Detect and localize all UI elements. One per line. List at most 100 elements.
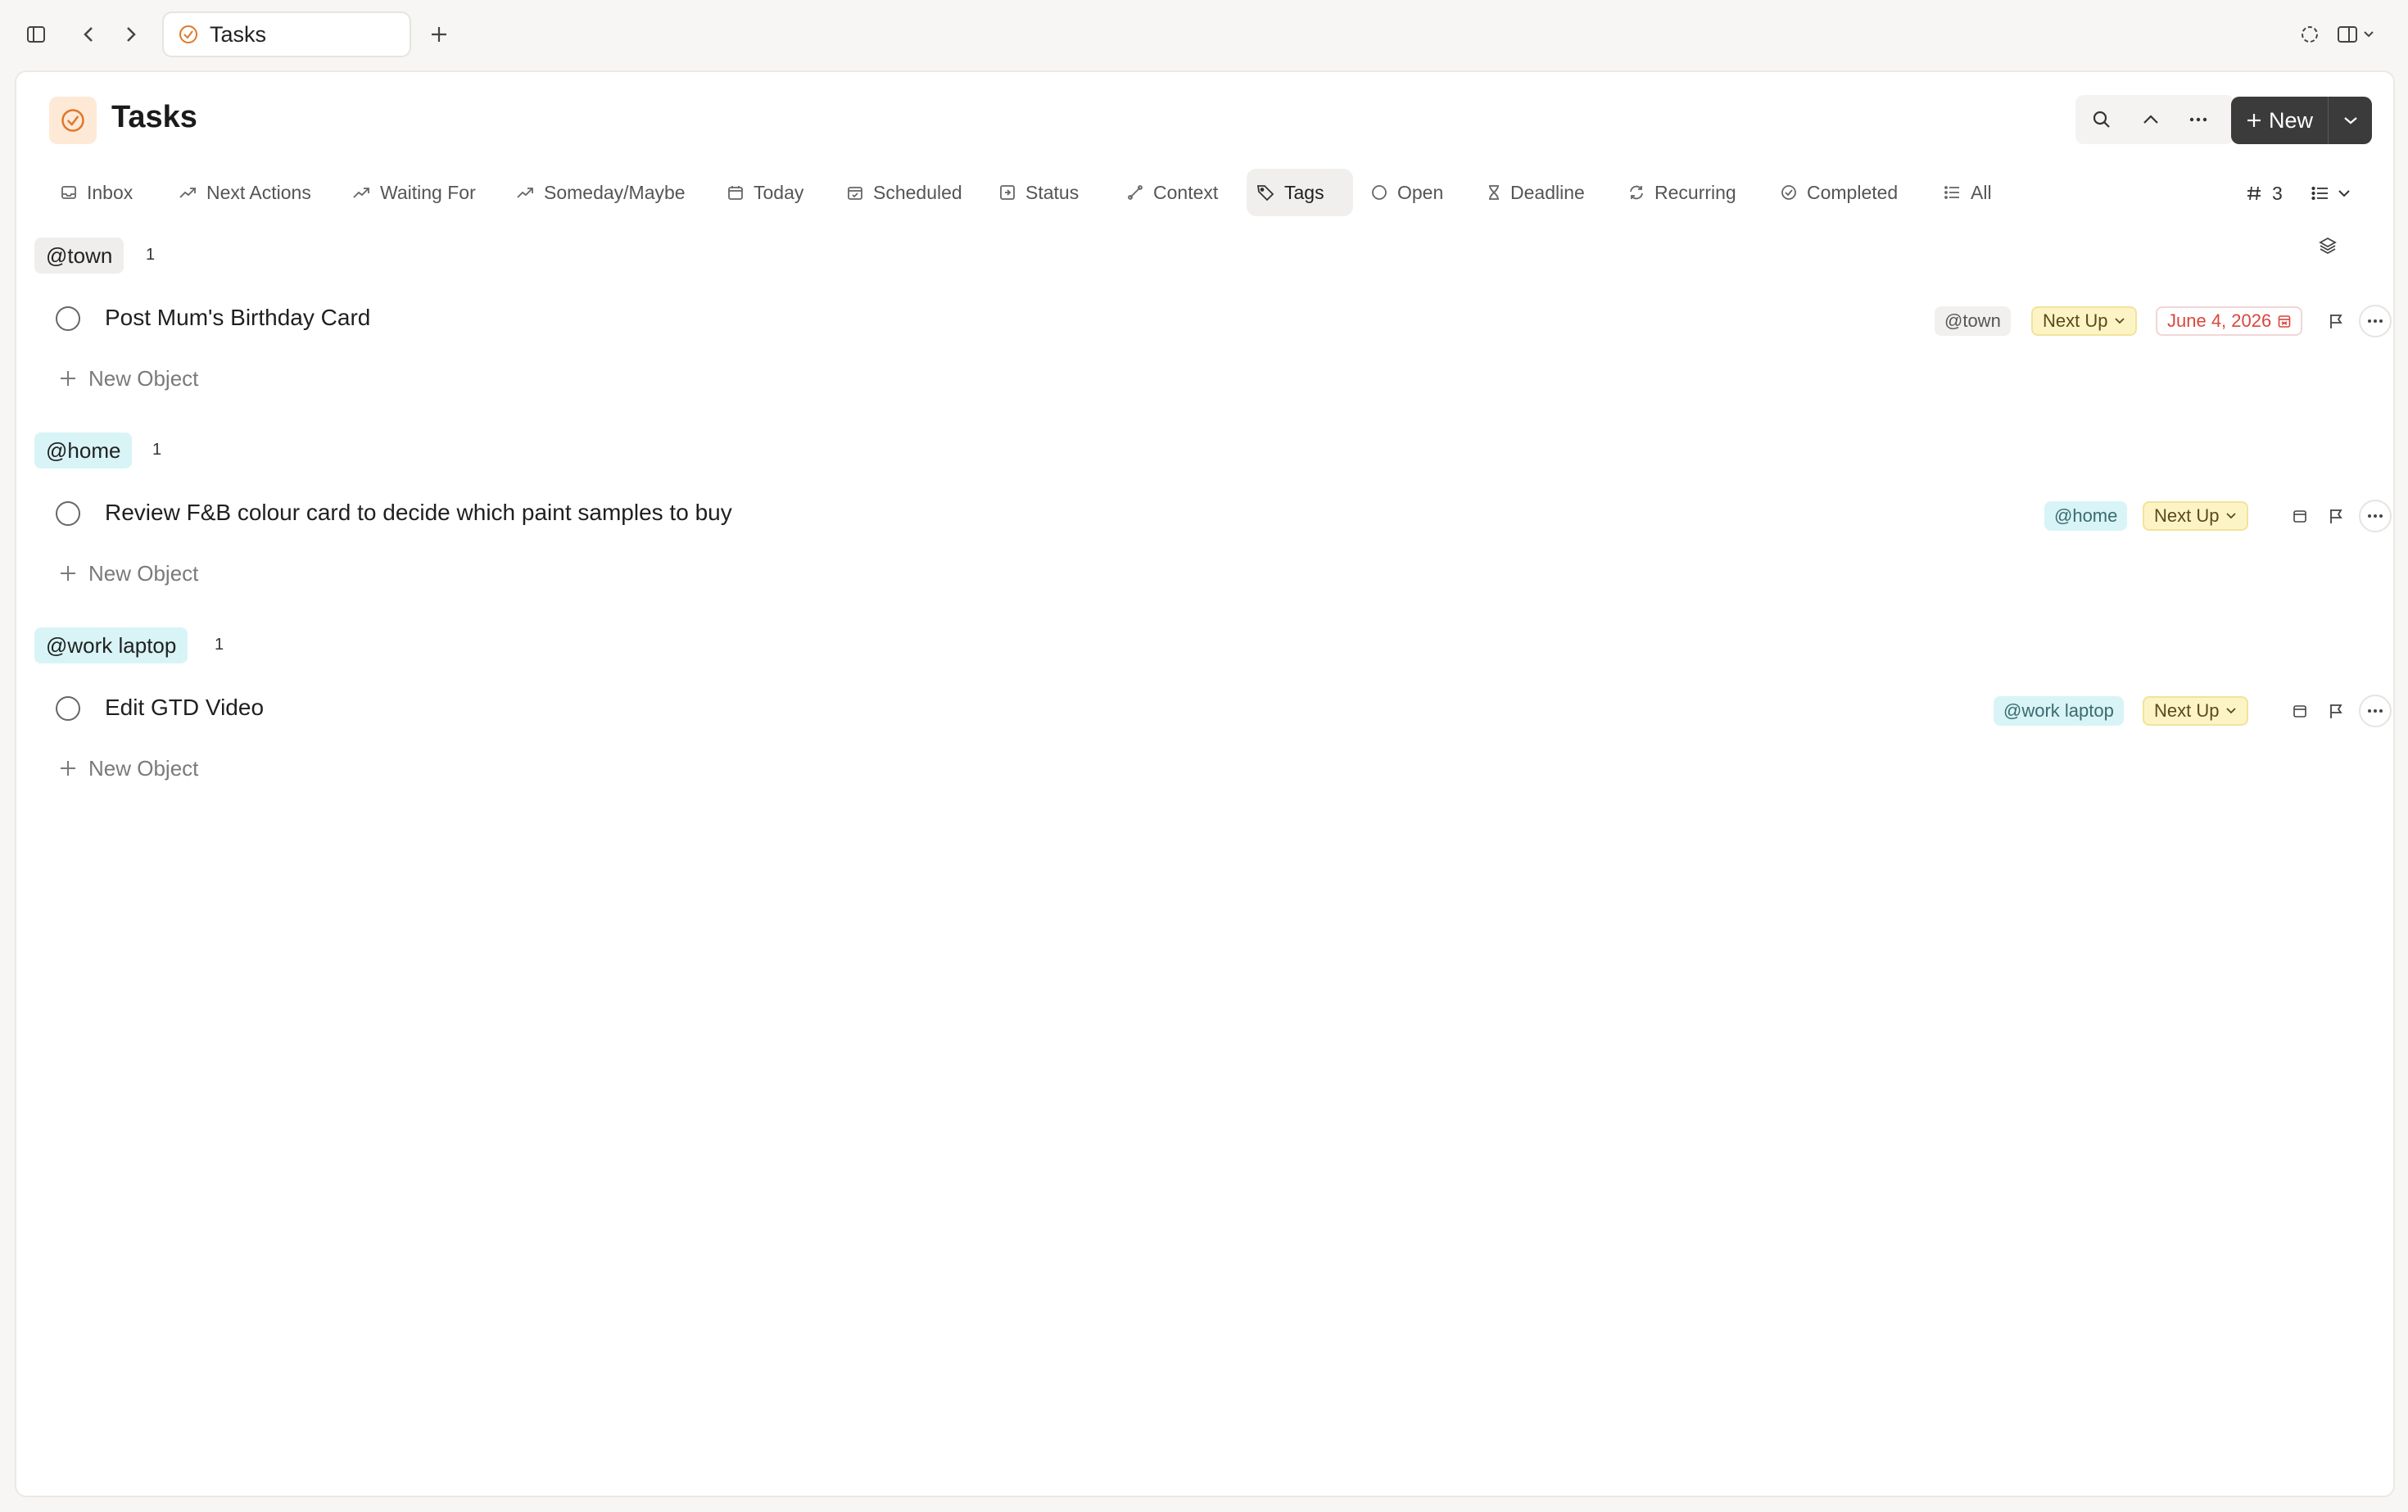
group-count: 1 xyxy=(146,246,156,264)
tab-inbox[interactable]: Inbox xyxy=(51,169,143,216)
group-count-value: 3 xyxy=(2272,182,2283,204)
forward-icon[interactable] xyxy=(115,18,147,51)
layout-control[interactable] xyxy=(2311,177,2351,210)
row-more-icon[interactable] xyxy=(2359,305,2392,337)
tab-tasks[interactable]: Tasks xyxy=(162,11,411,57)
panel-toggle-icon[interactable] xyxy=(2334,18,2380,51)
tab-label: Status xyxy=(1025,181,1080,203)
page-title: Tasks xyxy=(111,100,197,134)
tab-recurring[interactable]: Recurring xyxy=(1618,169,1746,216)
status-label: Next Up xyxy=(2154,505,2220,526)
context-chip[interactable]: @home xyxy=(2044,501,2128,531)
new-object-label: New Object xyxy=(88,755,199,781)
plus-icon xyxy=(59,369,77,387)
tab-label: Waiting For xyxy=(380,181,476,203)
row-more-icon[interactable] xyxy=(2359,500,2392,532)
tab-all[interactable]: All xyxy=(1935,169,2002,216)
check-circle-icon xyxy=(1781,184,1797,201)
search-icon[interactable] xyxy=(2085,103,2118,136)
tab-label: All xyxy=(1971,181,1992,203)
task-title[interactable]: Post Mum's Birthday Card xyxy=(105,305,370,331)
flag-icon[interactable] xyxy=(2321,501,2351,531)
new-object-button[interactable]: New Object xyxy=(59,752,198,785)
new-object-button[interactable]: New Object xyxy=(59,557,198,590)
status-chip[interactable]: Next Up xyxy=(2143,501,2249,531)
back-icon[interactable] xyxy=(72,18,105,51)
tab-label: Tags xyxy=(1284,181,1324,203)
chevron-down-icon xyxy=(2114,317,2125,325)
context-chip[interactable]: @work laptop xyxy=(1994,696,2124,726)
tab-deadline[interactable]: Deadline xyxy=(1478,169,1595,216)
tab-label: Context xyxy=(1153,181,1219,203)
hash-icon xyxy=(2246,185,2262,201)
tab-next-actions[interactable]: Next Actions xyxy=(169,169,321,216)
task-row[interactable]: Edit GTD Video @work laptop Next Up xyxy=(34,686,2393,736)
tab-label: Next Actions xyxy=(206,181,311,203)
tab-open[interactable]: Open xyxy=(1361,169,1453,216)
status-chip[interactable]: Next Up xyxy=(2143,696,2249,726)
tab-someday-maybe[interactable]: Someday/Maybe xyxy=(506,169,695,216)
layers-icon[interactable] xyxy=(2311,229,2344,262)
row-more-icon[interactable] xyxy=(2359,695,2392,727)
flag-icon[interactable] xyxy=(2321,306,2351,336)
tab-status[interactable]: Status xyxy=(989,169,1089,216)
group-count: 1 xyxy=(215,636,224,654)
new-button-label: New xyxy=(2269,107,2314,133)
trending-up-icon xyxy=(516,186,534,199)
tab-tags[interactable]: Tags xyxy=(1247,169,1353,216)
hourglass-icon xyxy=(1487,184,1500,201)
task-checkbox[interactable] xyxy=(56,501,80,526)
circle-icon xyxy=(1371,184,1387,201)
tab-today[interactable]: Today xyxy=(717,169,813,216)
chevron-down-icon xyxy=(2225,707,2237,715)
trending-up-icon xyxy=(179,186,197,199)
calendar-check-icon xyxy=(847,184,863,201)
tab-label: Inbox xyxy=(87,181,134,203)
sync-icon[interactable] xyxy=(2293,18,2326,51)
task-row[interactable]: Review F&B colour card to decide which p… xyxy=(34,491,2393,541)
group-label-work-laptop[interactable]: @work laptop xyxy=(34,627,188,663)
group-label-town[interactable]: @town xyxy=(34,238,124,274)
tab-waiting-for[interactable]: Waiting For xyxy=(342,169,486,216)
inbox-icon xyxy=(61,184,77,201)
sidebar-toggle-icon[interactable] xyxy=(20,18,52,51)
tab-context[interactable]: Context xyxy=(1117,169,1228,216)
tab-label: Recurring xyxy=(1654,181,1736,203)
link-icon xyxy=(1127,184,1143,201)
calendar-icon xyxy=(2278,314,2291,328)
new-object-button[interactable]: New Object xyxy=(59,362,198,395)
status-chip[interactable]: Next Up xyxy=(2031,306,2138,336)
date-chip[interactable]: June 4, 2026 xyxy=(2156,306,2303,336)
task-title[interactable]: Review F&B colour card to decide which p… xyxy=(105,500,732,526)
tab-completed[interactable]: Completed xyxy=(1771,169,1908,216)
new-object-label: New Object xyxy=(88,560,199,586)
new-tab-icon[interactable] xyxy=(423,18,455,51)
tab-label: Scheduled xyxy=(873,181,962,203)
context-chip[interactable]: @town xyxy=(1935,306,2011,336)
chevron-down-icon xyxy=(2338,189,2351,197)
plus-icon xyxy=(59,759,77,777)
task-title[interactable]: Edit GTD Video xyxy=(105,695,264,721)
refresh-icon xyxy=(1628,184,1645,201)
tab-scheduled[interactable]: Scheduled xyxy=(837,169,972,216)
main-panel: Tasks New Inbox Next Actions Waiting For… xyxy=(15,70,2395,1497)
task-row[interactable]: Post Mum's Birthday Card @town Next Up J… xyxy=(34,297,2393,346)
flag-icon[interactable] xyxy=(2321,696,2351,726)
task-checkbox[interactable] xyxy=(56,696,80,721)
tasks-check-icon xyxy=(179,25,198,44)
group-count-control[interactable]: 3 xyxy=(2246,177,2283,210)
collapse-up-icon[interactable] xyxy=(2134,103,2167,136)
task-checkbox[interactable] xyxy=(56,306,80,331)
date-label: June 4, 2026 xyxy=(2167,310,2272,331)
top-bar: Tasks xyxy=(0,0,2408,70)
calendar-icon[interactable] xyxy=(2285,696,2315,726)
calendar-icon[interactable] xyxy=(2285,501,2315,531)
more-icon[interactable] xyxy=(2182,103,2215,136)
chevron-down-icon[interactable] xyxy=(2329,97,2372,144)
tag-icon xyxy=(1256,183,1274,201)
list-icon xyxy=(1944,185,1961,200)
group-label-home[interactable]: @home xyxy=(34,432,133,469)
new-main-button[interactable]: New xyxy=(2231,97,2328,144)
tab-title: Tasks xyxy=(210,21,267,47)
new-button[interactable]: New xyxy=(2231,97,2372,144)
